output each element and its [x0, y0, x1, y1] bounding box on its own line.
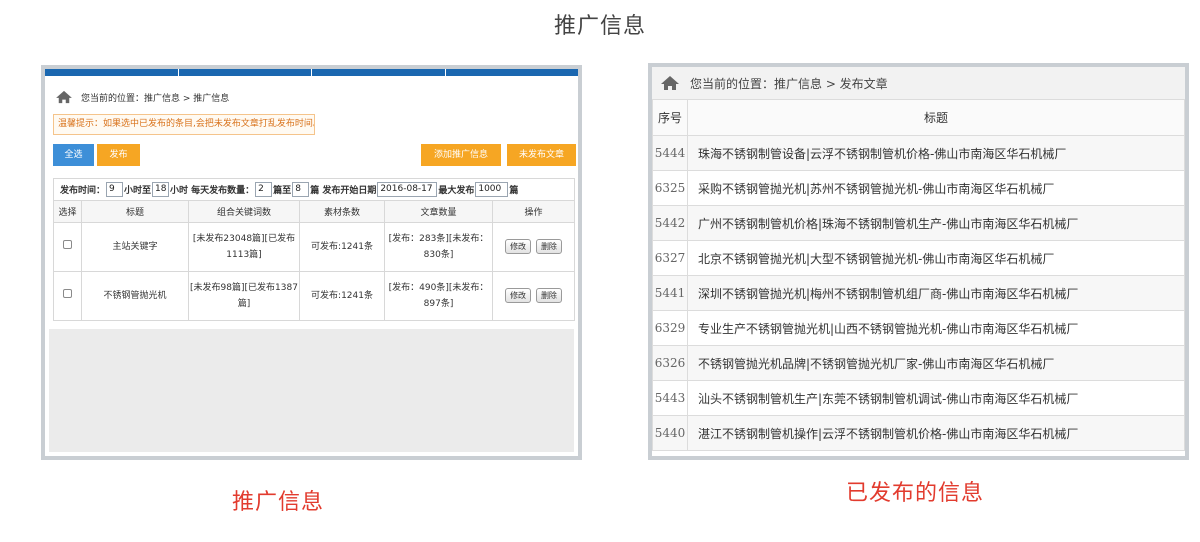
- row-keywords: [未发布98篇][已发布1387篇]: [188, 271, 300, 321]
- publish-time-label: 发布时间：: [60, 186, 106, 196]
- checkbox-icon[interactable]: [63, 289, 72, 298]
- table-row: 不锈钢管抛光机 [未发布98篇][已发布1387篇] 可发布:1241条 [发布…: [53, 271, 575, 321]
- table-row[interactable]: 5441 深圳不锈钢管抛光机|梅州不锈钢制管机组厂商-佛山市南海区华石机械厂: [652, 275, 1185, 311]
- row-title-link[interactable]: 北京不锈钢管抛光机|大型不锈钢管抛光机-佛山市南海区华石机械厂: [687, 240, 1185, 276]
- row-id: 6329: [652, 310, 688, 346]
- col-title: 标题: [687, 99, 1185, 136]
- breadcrumb: 您当前的位置：推广信息 > 推广信息: [45, 84, 578, 110]
- page-title: 推广信息: [553, 14, 646, 39]
- published-table: 序号 标题 5444 珠海不锈钢制管设备|云浮不锈钢制管机价格-佛山市南海区华石机…: [652, 99, 1185, 451]
- row-title-link[interactable]: 专业生产不锈钢管抛光机|山西不锈钢管抛光机-佛山市南海区华石机械厂: [687, 310, 1185, 346]
- publish-settings-bar: 发布时间： 9 小时至 18 小时 每天发布数量： 2 篇至 8 篇 发布开始日…: [53, 178, 575, 200]
- row-id: 6326: [652, 345, 688, 381]
- row-keywords: [未发布23048篇][已发布1113篇]: [188, 222, 300, 272]
- row-title: 主站关键字: [81, 222, 189, 272]
- checkbox-icon[interactable]: [63, 240, 72, 249]
- row-title: 不锈钢管抛光机: [81, 271, 189, 321]
- col-material: 素材条数: [299, 200, 385, 223]
- promo-admin-screenshot: 您当前的位置：推广信息 > 推广信息 温馨提示：如果选中已发布的条目,会把未发布…: [41, 65, 582, 460]
- hour-to-input[interactable]: 18: [152, 182, 170, 197]
- row-title-link[interactable]: 汕头不锈钢制管机生产|东莞不锈钢制管机调试-佛山市南海区华石机械厂: [687, 380, 1185, 416]
- right-caption: 已发布的信息: [846, 481, 985, 506]
- table-header-row: 序号 标题: [652, 99, 1185, 136]
- table-row[interactable]: 6326 不锈钢管抛光机品牌|不锈钢管抛光机厂家-佛山市南海区华石机械厂: [652, 345, 1185, 381]
- delete-button[interactable]: 删除: [535, 288, 562, 303]
- breadcrumb-text: 您当前的位置：推广信息 > 发布文章: [690, 76, 888, 91]
- unpublished-articles-button[interactable]: 未发布文章: [507, 144, 576, 166]
- daily-count-label: 小时 每天发布数量：: [170, 186, 255, 196]
- row-title-link[interactable]: 湛江不锈钢制管机操作|云浮不锈钢制管机价格-佛山市南海区华石机械厂: [687, 415, 1185, 451]
- publish-button[interactable]: 发布: [97, 144, 140, 166]
- col-select: 选择: [53, 200, 82, 223]
- max-publish-label: 最大发布: [438, 186, 475, 196]
- breadcrumb-text: 您当前的位置：推广信息 > 推广信息: [81, 93, 230, 104]
- table-row[interactable]: 6329 专业生产不锈钢管抛光机|山西不锈钢管抛光机-佛山市南海区华石机械厂: [652, 310, 1185, 346]
- start-date-input[interactable]: 2016-08-17: [377, 182, 438, 197]
- empty-content-area: [49, 329, 574, 452]
- row-articles: [发布：283条][未发布：830条]: [384, 222, 493, 272]
- row-title-link[interactable]: 不锈钢管抛光机品牌|不锈钢管抛光机厂家-佛山市南海区华石机械厂: [687, 345, 1185, 381]
- max-publish-unit: 篇: [509, 186, 519, 196]
- published-articles-screenshot: 您当前的位置：推广信息 > 发布文章 序号 标题 5444 珠海不锈钢制管设备|云…: [648, 63, 1189, 460]
- add-promo-button[interactable]: 添加推广信息: [421, 144, 501, 166]
- home-icon[interactable]: [55, 90, 73, 104]
- hour-sep-label: 小时至: [124, 186, 152, 196]
- table-header-row: 选择 标题 组合关键词数 素材条数 文章数量 操作: [53, 200, 575, 223]
- col-articles: 文章数量: [384, 200, 493, 223]
- col-title: 标题: [81, 200, 189, 223]
- row-id: 5442: [652, 205, 688, 241]
- row-articles: [发布：490条][未发布：897条]: [384, 271, 493, 321]
- daily-from-input[interactable]: 2: [255, 182, 273, 197]
- edit-button[interactable]: 修改: [505, 239, 532, 254]
- daily-sep-label: 篇至: [273, 186, 292, 196]
- table-row[interactable]: 5440 湛江不锈钢制管机操作|云浮不锈钢制管机价格-佛山市南海区华石机械厂: [652, 415, 1185, 451]
- table-row[interactable]: 6327 北京不锈钢管抛光机|大型不锈钢管抛光机-佛山市南海区华石机械厂: [652, 240, 1185, 276]
- row-title-link[interactable]: 采购不锈钢管抛光机|苏州不锈钢管抛光机-佛山市南海区华石机械厂: [687, 170, 1185, 206]
- left-caption: 推广信息: [232, 490, 325, 515]
- action-button-row: 全选 发布 添加推广信息 未发布文章: [45, 144, 578, 166]
- top-nav-bar: [45, 69, 578, 76]
- col-id: 序号: [652, 99, 688, 136]
- table-row[interactable]: 6325 采购不锈钢管抛光机|苏州不锈钢管抛光机-佛山市南海区华石机械厂: [652, 170, 1185, 206]
- edit-button[interactable]: 修改: [505, 288, 532, 303]
- breadcrumb: 您当前的位置：推广信息 > 发布文章: [652, 67, 1185, 99]
- row-id: 5440: [652, 415, 688, 451]
- warm-tip: 温馨提示：如果选中已发布的条目,会把未发布文章打乱发布时间。: [53, 114, 315, 135]
- row-id: 5441: [652, 275, 688, 311]
- select-all-button[interactable]: 全选: [53, 144, 94, 166]
- row-id: 5444: [652, 135, 688, 171]
- row-title-link[interactable]: 广州不锈钢制管机价格|珠海不锈钢制管机生产-佛山市南海区华石机械厂: [687, 205, 1185, 241]
- daily-to-input[interactable]: 8: [292, 182, 310, 197]
- table-row[interactable]: 5442 广州不锈钢制管机价格|珠海不锈钢制管机生产-佛山市南海区华石机械厂: [652, 205, 1185, 241]
- start-date-label: 篇 发布开始日期: [310, 186, 377, 196]
- table-row[interactable]: 5444 珠海不锈钢制管设备|云浮不锈钢制管机价格-佛山市南海区华石机械厂: [652, 135, 1185, 171]
- max-publish-input[interactable]: 1000: [475, 182, 509, 197]
- row-id: 5443: [652, 380, 688, 416]
- row-material: 可发布:1241条: [299, 271, 385, 321]
- delete-button[interactable]: 删除: [535, 239, 562, 254]
- row-id: 6327: [652, 240, 688, 276]
- col-keywords: 组合关键词数: [188, 200, 300, 223]
- row-title-link[interactable]: 深圳不锈钢管抛光机|梅州不锈钢制管机组厂商-佛山市南海区华石机械厂: [687, 275, 1185, 311]
- table-row[interactable]: 5443 汕头不锈钢制管机生产|东莞不锈钢制管机调试-佛山市南海区华石机械厂: [652, 380, 1185, 416]
- home-icon[interactable]: [660, 75, 680, 91]
- col-actions: 操作: [492, 200, 575, 223]
- hour-from-input[interactable]: 9: [106, 182, 124, 197]
- table-row: 主站关键字 [未发布23048篇][已发布1113篇] 可发布:1241条 [发…: [53, 222, 575, 272]
- promo-table: 选择 标题 组合关键词数 素材条数 文章数量 操作 主站关键字 [未发布2304…: [53, 200, 575, 321]
- row-id: 6325: [652, 170, 688, 206]
- row-title-link[interactable]: 珠海不锈钢制管设备|云浮不锈钢制管机价格-佛山市南海区华石机械厂: [687, 135, 1185, 171]
- row-material: 可发布:1241条: [299, 222, 385, 272]
